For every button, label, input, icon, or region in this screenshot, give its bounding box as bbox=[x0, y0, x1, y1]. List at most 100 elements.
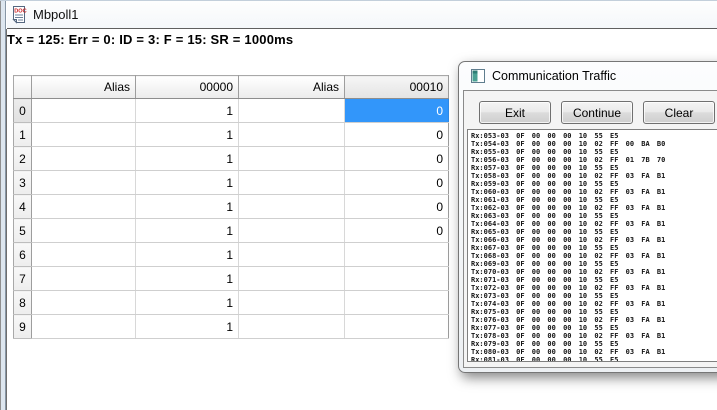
grid-cell[interactable] bbox=[32, 315, 136, 339]
column-header-alias-1[interactable]: Alias bbox=[32, 76, 136, 99]
grid-cell[interactable] bbox=[32, 267, 136, 291]
communication-traffic-dialog: Communication Traffic ExitContinueClear … bbox=[458, 61, 717, 373]
register-grid: Alias00000Alias00010 0101102103104105106… bbox=[13, 75, 449, 339]
continue-button[interactable]: Continue bbox=[561, 101, 633, 124]
table-row: 4 1 0 bbox=[14, 195, 449, 219]
rx-log-line: Rx:075-03 0F 00 00 00 10 55 E5 bbox=[471, 308, 717, 316]
grid-cell[interactable]: 0 bbox=[345, 147, 449, 171]
table-row: 5 1 0 bbox=[14, 219, 449, 243]
table-row: 1 1 0 bbox=[14, 123, 449, 147]
exit-button[interactable]: Exit bbox=[479, 101, 551, 124]
grid-cell[interactable] bbox=[239, 147, 345, 171]
traffic-dialog-icon bbox=[471, 69, 485, 88]
row-header[interactable]: 9 bbox=[14, 315, 32, 339]
tx-log-line: Tx:062-03 0F 00 00 00 10 02 FF 03 FA B1 bbox=[471, 204, 717, 212]
grid-cell[interactable]: 1 bbox=[136, 123, 239, 147]
window-border-edge bbox=[6, 29, 7, 410]
tx-log-line: Tx:054-03 0F 00 00 00 10 02 FF 00 BA B0 bbox=[471, 140, 717, 148]
table-row: 81 bbox=[14, 291, 449, 315]
grid-cell[interactable]: 0 bbox=[345, 195, 449, 219]
dialog-titlebar[interactable]: Communication Traffic bbox=[459, 62, 717, 90]
grid-cell[interactable]: 0 bbox=[345, 219, 449, 243]
rx-log-line: Rx:065-03 0F 00 00 00 10 55 E5 bbox=[471, 228, 717, 236]
grid-cell[interactable]: 1 bbox=[136, 147, 239, 171]
mbpoll-window: DOC Mbpoll1 Tx = 125: Err = 0: ID = 3: F… bbox=[0, 0, 717, 410]
grid-cell[interactable] bbox=[239, 267, 345, 291]
traffic-log[interactable]: Rx:053-03 0F 00 00 00 10 55 E5Tx:054-03 … bbox=[467, 129, 717, 362]
grid-cell[interactable] bbox=[239, 99, 345, 123]
rx-log-line: Rx:063-03 0F 00 00 00 10 55 E5 bbox=[471, 212, 717, 220]
grid-cell[interactable] bbox=[239, 219, 345, 243]
grid-cell[interactable]: 1 bbox=[136, 99, 239, 123]
row-header[interactable]: 8 bbox=[14, 291, 32, 315]
rx-log-line: Rx:081-03 0F 00 00 00 10 55 E5 bbox=[471, 356, 717, 362]
tx-log-line: Tx:058-03 0F 00 00 00 10 02 FF 03 FA B1 bbox=[471, 172, 717, 180]
window-title: Mbpoll1 bbox=[33, 7, 79, 22]
rx-log-line: Rx:079-03 0F 00 00 00 10 55 E5 bbox=[471, 340, 717, 348]
table-row: 91 bbox=[14, 315, 449, 339]
rx-log-line: Rx:055-03 0F 00 00 00 10 55 E5 bbox=[471, 148, 717, 156]
poll-status-text: Tx = 125: Err = 0: ID = 3: F = 15: SR = … bbox=[7, 32, 293, 47]
grid-cell[interactable] bbox=[345, 315, 449, 339]
tx-log-line: Tx:070-03 0F 00 00 00 10 02 FF 03 FA B1 bbox=[471, 268, 717, 276]
grid-cell[interactable]: 1 bbox=[136, 267, 239, 291]
row-header[interactable]: 3 bbox=[14, 171, 32, 195]
grid-cell[interactable] bbox=[239, 195, 345, 219]
grid-cell[interactable] bbox=[32, 171, 136, 195]
rx-log-line: Rx:069-03 0F 00 00 00 10 55 E5 bbox=[471, 260, 717, 268]
grid-header-row: Alias00000Alias00010 bbox=[14, 76, 449, 99]
table-row: 71 bbox=[14, 267, 449, 291]
tx-log-line: Tx:080-03 0F 00 00 00 10 02 FF 03 FA B1 bbox=[471, 348, 717, 356]
grid-cell[interactable] bbox=[32, 195, 136, 219]
grid-cell[interactable] bbox=[345, 291, 449, 315]
rx-log-line: Rx:061-03 0F 00 00 00 10 55 E5 bbox=[471, 196, 717, 204]
rx-log-line: Rx:071-03 0F 00 00 00 10 55 E5 bbox=[471, 276, 717, 284]
column-header-00000-2[interactable]: 00000 bbox=[136, 76, 239, 99]
table-row: 0 1 0 bbox=[14, 99, 449, 123]
row-header[interactable]: 0 bbox=[14, 99, 32, 123]
grid-cell[interactable] bbox=[32, 123, 136, 147]
row-header[interactable]: 7 bbox=[14, 267, 32, 291]
tx-log-line: Tx:072-03 0F 00 00 00 10 02 FF 03 FA B1 bbox=[471, 284, 717, 292]
grid-cell[interactable]: 1 bbox=[136, 315, 239, 339]
grid-cell[interactable] bbox=[239, 315, 345, 339]
column-header-alias-3[interactable]: Alias bbox=[239, 76, 345, 99]
row-header[interactable]: 2 bbox=[14, 147, 32, 171]
grid-cell[interactable]: 1 bbox=[136, 291, 239, 315]
grid-cell[interactable] bbox=[239, 171, 345, 195]
grid-cell[interactable]: 0 bbox=[345, 123, 449, 147]
grid-cell[interactable] bbox=[345, 243, 449, 267]
tx-log-line: Tx:078-03 0F 00 00 00 10 02 FF 03 FA B1 bbox=[471, 332, 717, 340]
table-row: 61 bbox=[14, 243, 449, 267]
clear-button[interactable]: Clear bbox=[643, 101, 715, 124]
grid-cell[interactable] bbox=[32, 147, 136, 171]
column-header-00010-4[interactable]: 00010 bbox=[345, 76, 449, 99]
grid-cell[interactable]: 1 bbox=[136, 219, 239, 243]
titlebar[interactable]: DOC Mbpoll1 bbox=[7, 1, 717, 29]
corner-header[interactable] bbox=[14, 76, 32, 99]
row-header[interactable]: 6 bbox=[14, 243, 32, 267]
grid-cell[interactable] bbox=[239, 123, 345, 147]
tx-log-line: Tx:076-03 0F 00 00 00 10 02 FF 03 FA B1 bbox=[471, 316, 717, 324]
grid-cell[interactable]: 1 bbox=[136, 243, 239, 267]
grid-cell[interactable] bbox=[32, 219, 136, 243]
grid-cell[interactable]: 0 bbox=[345, 171, 449, 195]
rx-log-line: Rx:067-03 0F 00 00 00 10 55 E5 bbox=[471, 244, 717, 252]
row-header[interactable]: 5 bbox=[14, 219, 32, 243]
selected-grid-cell[interactable]: 0 bbox=[345, 99, 449, 123]
rx-log-line: Rx:059-03 0F 00 00 00 10 55 E5 bbox=[471, 180, 717, 188]
grid-cell[interactable]: 1 bbox=[136, 195, 239, 219]
table-row: 3 1 0 bbox=[14, 171, 449, 195]
grid-cell[interactable] bbox=[32, 99, 136, 123]
tx-log-line: Tx:068-03 0F 00 00 00 10 02 FF 03 FA B1 bbox=[471, 252, 717, 260]
grid-cell[interactable] bbox=[32, 291, 136, 315]
row-header[interactable]: 4 bbox=[14, 195, 32, 219]
tx-log-line: Tx:066-03 0F 00 00 00 10 02 FF 03 FA B1 bbox=[471, 236, 717, 244]
grid-cell[interactable] bbox=[239, 291, 345, 315]
row-header[interactable]: 1 bbox=[14, 123, 32, 147]
grid-cell[interactable] bbox=[345, 267, 449, 291]
svg-text:DOC: DOC bbox=[14, 9, 26, 15]
grid-cell[interactable] bbox=[239, 243, 345, 267]
grid-cell[interactable]: 1 bbox=[136, 171, 239, 195]
grid-cell[interactable] bbox=[32, 243, 136, 267]
